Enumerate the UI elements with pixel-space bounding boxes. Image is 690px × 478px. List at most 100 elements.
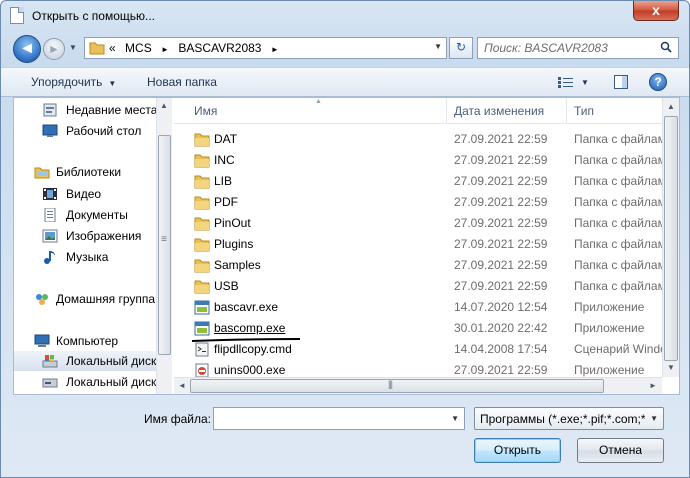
scrollbar-thumb[interactable]: [190, 379, 604, 393]
nav-item-desktop[interactable]: Рабочий стол: [14, 121, 164, 141]
file-type: Приложение: [574, 363, 645, 377]
breadcrumb-mcs[interactable]: MCS: [125, 41, 152, 55]
search-icon[interactable]: [660, 41, 672, 53]
column-divider[interactable]: [566, 98, 567, 124]
column-divider[interactable]: [446, 98, 447, 124]
file-row[interactable]: bascomp.exe 30.01.2020 22:42 Приложение: [174, 318, 664, 339]
nav-item-homegroup[interactable]: Домашняя группа: [14, 289, 164, 309]
scroll-left-icon[interactable]: ◄: [178, 381, 186, 390]
file-date: 27.09.2021 22:59: [454, 153, 548, 167]
nav-item-label: Видео: [66, 187, 102, 201]
file-type-filter[interactable]: Программы (*.exe;*.pif;*.com;*.bat;*.cmd…: [474, 407, 664, 430]
script-icon: [195, 342, 209, 357]
nav-item-video[interactable]: Видео: [14, 184, 164, 204]
folder-icon: [194, 154, 210, 168]
column-type[interactable]: Тип: [574, 104, 594, 118]
view-options-icon[interactable]: [558, 76, 574, 89]
breadcrumb-separator[interactable]: ►: [271, 45, 279, 54]
window-title: Открыть с помощью...: [32, 9, 156, 23]
file-name: bascavr.exe: [214, 300, 279, 314]
chevron-down-icon[interactable]: ▼: [451, 414, 459, 423]
nav-item-local-disk-d[interactable]: Локальный диск: [14, 372, 164, 392]
documents-icon: [44, 208, 56, 222]
file-row[interactable]: PDF 27.09.2021 22:59 Папка с файлами: [174, 192, 673, 213]
file-date: 14.07.2020 12:54: [454, 300, 548, 314]
file-row[interactable]: DAT 27.09.2021 22:59 Папка с файлами: [174, 129, 673, 150]
file-row[interactable]: flipdllcopy.cmd 14.04.2008 17:54 Сценарий …: [174, 339, 679, 360]
application-icon: [194, 300, 210, 315]
column-name[interactable]: Имя: [194, 104, 217, 118]
new-folder-button[interactable]: Новая папка: [147, 75, 217, 89]
nav-item-music[interactable]: Музыка: [14, 247, 164, 267]
scroll-right-icon[interactable]: ►: [649, 381, 657, 390]
file-type: Папка с файлами: [574, 195, 673, 209]
file-type: Приложение: [574, 300, 645, 314]
nav-pane-scrollbar[interactable]: ▲: [156, 98, 172, 394]
homegroup-icon: [36, 294, 48, 305]
breadcrumb-bascavr2083[interactable]: BASCAVR2083: [178, 41, 261, 55]
folder-icon: [194, 259, 210, 273]
cancel-button[interactable]: Отмена: [577, 438, 664, 463]
file-name: Samples: [214, 258, 261, 272]
file-date: 27.09.2021 22:59: [454, 132, 548, 146]
breadcrumb: « MCS ► BASCAVR2083 ►: [109, 41, 285, 55]
scroll-up-icon[interactable]: ▲: [160, 101, 168, 110]
file-date: 27.09.2021 22:59: [454, 174, 548, 188]
file-date: 27.09.2021 22:59: [454, 216, 548, 230]
file-list-pane: ▲ Имя Дата изменения Тип DAT 27.09.2021 2…: [174, 98, 679, 394]
file-type: Папка с файлами: [574, 132, 673, 146]
nav-item-libraries[interactable]: Библиотеки: [14, 162, 164, 182]
chevron-down-icon[interactable]: ▼: [650, 414, 658, 423]
help-icon[interactable]: ?: [649, 73, 667, 91]
back-button[interactable]: ◄: [13, 35, 41, 63]
file-row[interactable]: LIB 27.09.2021 22:59 Папка с файлами: [174, 171, 673, 192]
horizontal-scrollbar[interactable]: ◄ ►: [174, 377, 662, 394]
video-icon: [43, 188, 57, 200]
filename-combobox[interactable]: ▼: [213, 407, 465, 430]
address-dropdown-icon[interactable]: ▼: [434, 42, 442, 51]
file-row[interactable]: Samples 27.09.2021 22:59 Папка с файлами: [174, 255, 673, 276]
breadcrumb-separator[interactable]: ►: [161, 45, 169, 54]
file-list-scrollbar[interactable]: ▲ ▼: [662, 98, 679, 377]
filename-label: Имя файла:: [144, 412, 211, 426]
file-type-filter-value: Программы (*.exe;*.pif;*.com;*.bat;*.cmd…: [480, 412, 645, 426]
search-input[interactable]: [484, 41, 654, 55]
file-date: 27.09.2021 22:59: [454, 195, 548, 209]
forward-button[interactable]: ►: [43, 38, 65, 60]
file-row[interactable]: INC 27.09.2021 22:59 Папка с файлами: [174, 150, 673, 171]
refresh-icon: ↻: [455, 40, 467, 54]
search-box[interactable]: [477, 37, 679, 59]
breadcrumb-overflow[interactable]: «: [109, 41, 116, 55]
history-dropdown-icon[interactable]: ▼: [69, 43, 77, 52]
nav-item-computer[interactable]: Компьютер: [14, 331, 164, 351]
document-icon: [10, 7, 24, 24]
file-date: 30.01.2020 22:42: [454, 321, 548, 335]
filename-input[interactable]: [218, 411, 438, 425]
file-row[interactable]: bascavr.exe 14.07.2020 12:54 Приложение: [174, 297, 664, 318]
nav-item-pictures[interactable]: Изображения: [14, 226, 164, 246]
file-row[interactable]: PinOut 27.09.2021 22:59 Папка с файлами: [174, 213, 673, 234]
scroll-up-icon[interactable]: ▲: [667, 102, 675, 111]
folder-icon: [194, 217, 210, 231]
refresh-button[interactable]: ↻: [449, 37, 473, 59]
file-row[interactable]: USB 27.09.2021 22:59 Папка с файлами: [174, 276, 673, 297]
nav-item-label: Рабочий стол: [66, 124, 142, 138]
nav-item-recent-places[interactable]: Недавние места: [14, 100, 164, 120]
folder-icon: [194, 238, 210, 252]
column-date[interactable]: Дата изменения: [454, 104, 544, 118]
file-name: flipdllcopy.cmd: [214, 342, 292, 356]
scrollbar-thumb[interactable]: [158, 135, 171, 355]
chevron-down-icon: ▼: [108, 79, 117, 88]
open-button[interactable]: Открыть: [474, 438, 561, 463]
close-button[interactable]: x: [633, 1, 679, 21]
organize-button[interactable]: Упорядочить ▼: [31, 75, 116, 89]
scrollbar-thumb[interactable]: [664, 116, 678, 361]
scroll-down-icon[interactable]: ▼: [667, 363, 675, 372]
file-row[interactable]: Plugins 27.09.2021 22:59 Папка с файлами: [174, 234, 673, 255]
nav-item-documents[interactable]: Документы: [14, 205, 164, 225]
preview-pane-icon[interactable]: [614, 75, 628, 89]
view-dropdown-icon[interactable]: ▼: [581, 78, 589, 87]
address-bar[interactable]: « MCS ► BASCAVR2083 ► ▼: [84, 37, 447, 59]
nav-item-local-disk-c[interactable]: Локальный диск: [14, 351, 164, 371]
file-date: 27.09.2021 22:59: [454, 258, 548, 272]
